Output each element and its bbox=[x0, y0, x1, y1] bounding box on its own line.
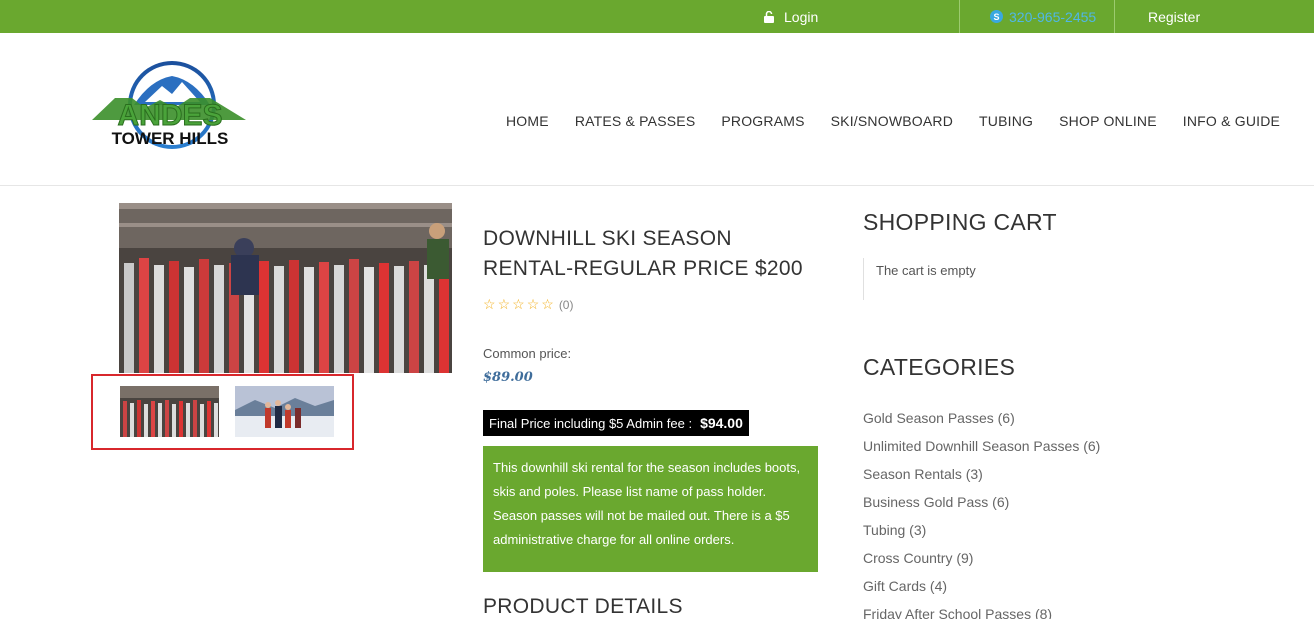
skype-icon: S bbox=[990, 10, 1003, 23]
thumbnail-image-2[interactable] bbox=[235, 386, 334, 437]
nav-home[interactable]: HOME bbox=[506, 113, 549, 129]
thumbnail-gallery bbox=[91, 374, 354, 450]
phone-link[interactable]: S 320-965-2455 bbox=[990, 0, 1096, 33]
category-cross-country[interactable]: Cross Country (9) bbox=[863, 548, 1100, 576]
category-business-gold-pass[interactable]: Business Gold Pass (6) bbox=[863, 492, 1100, 520]
ski-rack-photo bbox=[119, 203, 452, 373]
snow-people-thumbnail bbox=[235, 386, 334, 437]
divider bbox=[959, 0, 960, 33]
product-main-image[interactable] bbox=[119, 203, 452, 373]
login-link[interactable]: Login bbox=[764, 0, 818, 33]
product-description: This downhill ski rental for the season … bbox=[483, 446, 818, 572]
category-season-rentals[interactable]: Season Rentals (3) bbox=[863, 464, 1100, 492]
site-logo[interactable]: ANDES TOWER HILLS bbox=[90, 60, 250, 155]
phone-number: 320-965-2455 bbox=[1009, 8, 1097, 25]
common-price-label: Common price: bbox=[483, 346, 572, 361]
categories-title: CATEGORIES bbox=[863, 354, 1016, 380]
star-outline-icon: ☆ bbox=[497, 296, 511, 312]
category-friday-after-school-passes[interactable]: Friday After School Passes (8) bbox=[863, 604, 1100, 619]
main-nav: HOME RATES & PASSES PROGRAMS SKI/SNOWBOA… bbox=[506, 113, 1306, 129]
cart-status: The cart is empty bbox=[863, 258, 1063, 300]
nav-ski-snowboard[interactable]: SKI/SNOWBOARD bbox=[831, 113, 953, 129]
final-price-value: $94.00 bbox=[700, 415, 743, 431]
product-details-heading: PRODUCT DETAILS bbox=[483, 595, 683, 618]
star-outline-icon: ☆ bbox=[483, 296, 496, 312]
common-price-value: $89.00 bbox=[483, 370, 533, 385]
lock-icon bbox=[764, 10, 774, 23]
svg-text:TOWER HILLS: TOWER HILLS bbox=[112, 129, 229, 148]
category-tubing[interactable]: Tubing (3) bbox=[863, 520, 1100, 548]
top-bar: Login S 320-965-2455 Register bbox=[0, 0, 1314, 33]
ski-rack-thumbnail bbox=[120, 386, 219, 437]
product-title: DOWNHILL SKI SEASON RENTAL-REGULAR PRICE… bbox=[483, 227, 803, 280]
site-header: ANDES TOWER HILLS HOME RATES & PASSES PR… bbox=[0, 33, 1314, 186]
nav-rates-passes[interactable]: RATES & PASSES bbox=[575, 113, 696, 129]
shopping-cart-title: SHOPPING CART bbox=[863, 209, 1057, 235]
category-gold-season-passes[interactable]: Gold Season Passes (6) bbox=[863, 408, 1100, 436]
category-unlimited-downhill-season-passes[interactable]: Unlimited Downhill Season Passes (6) bbox=[863, 436, 1100, 464]
thumbnail-image-1[interactable] bbox=[120, 386, 219, 437]
star-outline-icon: ☆ bbox=[526, 296, 540, 312]
nav-programs[interactable]: PROGRAMS bbox=[721, 113, 804, 129]
login-label: Login bbox=[784, 8, 819, 25]
product-rating[interactable]: ☆ ☆ ☆ ☆ ☆ (0) bbox=[483, 296, 573, 313]
nav-info-guide[interactable]: INFO & GUIDE bbox=[1183, 113, 1280, 129]
rating-count: (0) bbox=[558, 297, 574, 312]
divider bbox=[1114, 0, 1115, 33]
final-price-label: Final Price including $5 Admin fee : bbox=[489, 415, 693, 431]
svg-text:ANDES: ANDES bbox=[117, 99, 222, 132]
nav-shop-online[interactable]: SHOP ONLINE bbox=[1059, 113, 1157, 129]
categories-list: Gold Season Passes (6) Unlimited Downhil… bbox=[863, 408, 1100, 619]
final-price-badge: Final Price including $5 Admin fee : $94… bbox=[483, 410, 749, 436]
register-link[interactable]: Register bbox=[1148, 0, 1200, 33]
nav-tubing[interactable]: TUBING bbox=[979, 113, 1033, 129]
category-gift-cards[interactable]: Gift Cards (4) bbox=[863, 576, 1100, 604]
star-outline-icon: ☆ bbox=[541, 296, 554, 312]
star-outline-icon: ☆ bbox=[512, 296, 525, 312]
